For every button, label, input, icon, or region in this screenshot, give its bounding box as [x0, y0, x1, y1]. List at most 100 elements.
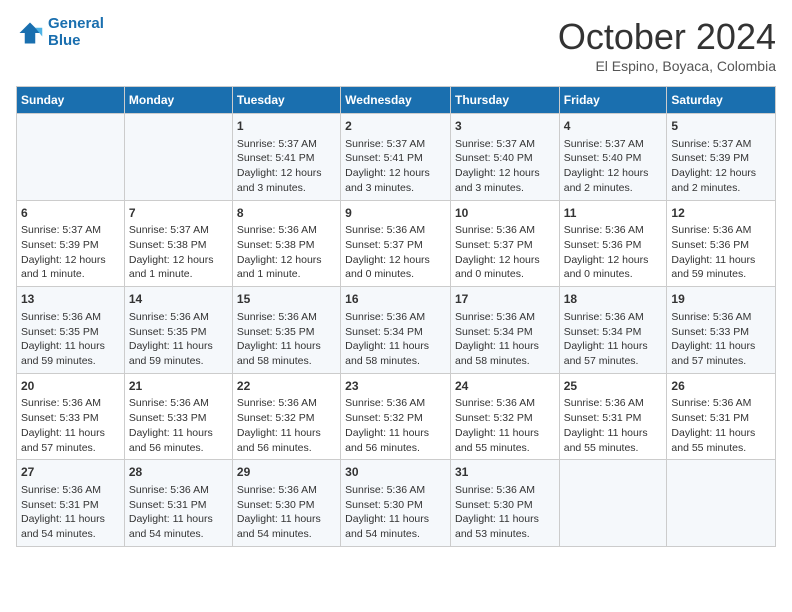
- day-info: Daylight: 12 hours and 1 minute.: [21, 253, 120, 282]
- day-number: 6: [21, 205, 120, 222]
- day-info: Daylight: 12 hours and 0 minutes.: [345, 253, 446, 282]
- day-info: Sunrise: 5:37 AM: [345, 137, 446, 152]
- week-row-3: 13Sunrise: 5:36 AMSunset: 5:35 PMDayligh…: [17, 287, 776, 374]
- day-info: Sunrise: 5:36 AM: [455, 396, 555, 411]
- day-info: Sunrise: 5:37 AM: [21, 223, 120, 238]
- day-number: 5: [671, 118, 771, 135]
- day-info: Sunset: 5:32 PM: [345, 411, 446, 426]
- calendar-cell: 18Sunrise: 5:36 AMSunset: 5:34 PMDayligh…: [559, 287, 667, 374]
- day-info: Sunset: 5:35 PM: [21, 325, 120, 340]
- calendar-cell: 14Sunrise: 5:36 AMSunset: 5:35 PMDayligh…: [124, 287, 232, 374]
- day-info: Daylight: 11 hours and 54 minutes.: [345, 512, 446, 541]
- week-row-1: 1Sunrise: 5:37 AMSunset: 5:41 PMDaylight…: [17, 114, 776, 201]
- day-info: Sunset: 5:38 PM: [129, 238, 228, 253]
- calendar-cell: 22Sunrise: 5:36 AMSunset: 5:32 PMDayligh…: [232, 373, 340, 460]
- day-info: Sunrise: 5:36 AM: [21, 396, 120, 411]
- day-info: Daylight: 12 hours and 0 minutes.: [564, 253, 663, 282]
- day-info: Sunrise: 5:36 AM: [237, 483, 336, 498]
- calendar-cell: 10Sunrise: 5:36 AMSunset: 5:37 PMDayligh…: [450, 200, 559, 287]
- day-info: Sunset: 5:38 PM: [237, 238, 336, 253]
- day-info: Sunset: 5:35 PM: [129, 325, 228, 340]
- day-info: Daylight: 12 hours and 1 minute.: [129, 253, 228, 282]
- calendar-cell: 30Sunrise: 5:36 AMSunset: 5:30 PMDayligh…: [341, 460, 451, 547]
- day-info: Sunset: 5:33 PM: [671, 325, 771, 340]
- day-number: 9: [345, 205, 446, 222]
- calendar-cell: 9Sunrise: 5:36 AMSunset: 5:37 PMDaylight…: [341, 200, 451, 287]
- calendar-cell: [559, 460, 667, 547]
- logo-text: General Blue: [48, 16, 104, 49]
- day-info: Sunset: 5:40 PM: [455, 151, 555, 166]
- day-number: 22: [237, 378, 336, 395]
- day-info: Sunset: 5:33 PM: [21, 411, 120, 426]
- day-info: Daylight: 11 hours and 59 minutes.: [671, 253, 771, 282]
- column-header-saturday: Saturday: [667, 87, 776, 114]
- day-info: Sunrise: 5:36 AM: [237, 223, 336, 238]
- day-info: Sunrise: 5:36 AM: [21, 483, 120, 498]
- day-info: Daylight: 11 hours and 55 minutes.: [455, 426, 555, 455]
- day-info: Sunrise: 5:36 AM: [671, 396, 771, 411]
- day-number: 26: [671, 378, 771, 395]
- day-info: Sunset: 5:39 PM: [671, 151, 771, 166]
- calendar-cell: 25Sunrise: 5:36 AMSunset: 5:31 PMDayligh…: [559, 373, 667, 460]
- column-header-monday: Monday: [124, 87, 232, 114]
- week-row-5: 27Sunrise: 5:36 AMSunset: 5:31 PMDayligh…: [17, 460, 776, 547]
- day-number: 11: [564, 205, 663, 222]
- day-info: Sunset: 5:34 PM: [564, 325, 663, 340]
- day-number: 7: [129, 205, 228, 222]
- day-info: Daylight: 12 hours and 0 minutes.: [455, 253, 555, 282]
- day-info: Sunset: 5:31 PM: [129, 498, 228, 513]
- day-info: Daylight: 11 hours and 56 minutes.: [129, 426, 228, 455]
- calendar-cell: 6Sunrise: 5:37 AMSunset: 5:39 PMDaylight…: [17, 200, 125, 287]
- calendar-cell: 8Sunrise: 5:36 AMSunset: 5:38 PMDaylight…: [232, 200, 340, 287]
- day-info: Sunrise: 5:36 AM: [455, 310, 555, 325]
- week-row-2: 6Sunrise: 5:37 AMSunset: 5:39 PMDaylight…: [17, 200, 776, 287]
- day-info: Daylight: 11 hours and 57 minutes.: [21, 426, 120, 455]
- title-block: October 2024 El Espino, Boyaca, Colombia: [558, 16, 776, 74]
- day-number: 8: [237, 205, 336, 222]
- day-info: Daylight: 12 hours and 2 minutes.: [671, 166, 771, 195]
- day-info: Daylight: 11 hours and 56 minutes.: [345, 426, 446, 455]
- column-header-thursday: Thursday: [450, 87, 559, 114]
- calendar-cell: 17Sunrise: 5:36 AMSunset: 5:34 PMDayligh…: [450, 287, 559, 374]
- day-number: 19: [671, 291, 771, 308]
- calendar-cell: [667, 460, 776, 547]
- day-number: 16: [345, 291, 446, 308]
- day-info: Sunrise: 5:37 AM: [455, 137, 555, 152]
- day-number: 30: [345, 464, 446, 481]
- calendar-cell: 3Sunrise: 5:37 AMSunset: 5:40 PMDaylight…: [450, 114, 559, 201]
- day-info: Daylight: 11 hours and 58 minutes.: [345, 339, 446, 368]
- calendar-cell: 31Sunrise: 5:36 AMSunset: 5:30 PMDayligh…: [450, 460, 559, 547]
- location: El Espino, Boyaca, Colombia: [558, 58, 776, 74]
- column-header-wednesday: Wednesday: [341, 87, 451, 114]
- calendar-cell: 28Sunrise: 5:36 AMSunset: 5:31 PMDayligh…: [124, 460, 232, 547]
- day-number: 18: [564, 291, 663, 308]
- calendar-cell: 7Sunrise: 5:37 AMSunset: 5:38 PMDaylight…: [124, 200, 232, 287]
- month-title: October 2024: [558, 16, 776, 58]
- day-number: 29: [237, 464, 336, 481]
- calendar-cell: 19Sunrise: 5:36 AMSunset: 5:33 PMDayligh…: [667, 287, 776, 374]
- calendar-cell: 1Sunrise: 5:37 AMSunset: 5:41 PMDaylight…: [232, 114, 340, 201]
- day-info: Sunrise: 5:36 AM: [671, 310, 771, 325]
- day-number: 15: [237, 291, 336, 308]
- day-info: Daylight: 11 hours and 55 minutes.: [564, 426, 663, 455]
- day-info: Sunset: 5:41 PM: [345, 151, 446, 166]
- calendar-cell: 5 Sunrise: 5:37 AMSunset: 5:39 PMDaylight…: [667, 114, 776, 201]
- column-header-sunday: Sunday: [17, 87, 125, 114]
- calendar-cell: 2Sunrise: 5:37 AMSunset: 5:41 PMDaylight…: [341, 114, 451, 201]
- day-info: Sunset: 5:37 PM: [345, 238, 446, 253]
- day-number: 1: [237, 118, 336, 135]
- day-info: Sunrise: 5:36 AM: [237, 310, 336, 325]
- calendar-cell: 21Sunrise: 5:36 AMSunset: 5:33 PMDayligh…: [124, 373, 232, 460]
- logo-icon: [16, 19, 44, 47]
- day-info: Sunset: 5:32 PM: [237, 411, 336, 426]
- day-info: Daylight: 11 hours and 54 minutes.: [237, 512, 336, 541]
- day-info: Daylight: 11 hours and 55 minutes.: [671, 426, 771, 455]
- day-info: Sunset: 5:36 PM: [671, 238, 771, 253]
- day-info: Sunset: 5:34 PM: [345, 325, 446, 340]
- day-info: Sunrise: 5:36 AM: [345, 396, 446, 411]
- day-number: 24: [455, 378, 555, 395]
- day-info: Sunrise: 5:37 AM: [671, 137, 771, 152]
- calendar-cell: 29Sunrise: 5:36 AMSunset: 5:30 PMDayligh…: [232, 460, 340, 547]
- page-header: General Blue October 2024 El Espino, Boy…: [16, 16, 776, 74]
- day-info: Sunset: 5:36 PM: [564, 238, 663, 253]
